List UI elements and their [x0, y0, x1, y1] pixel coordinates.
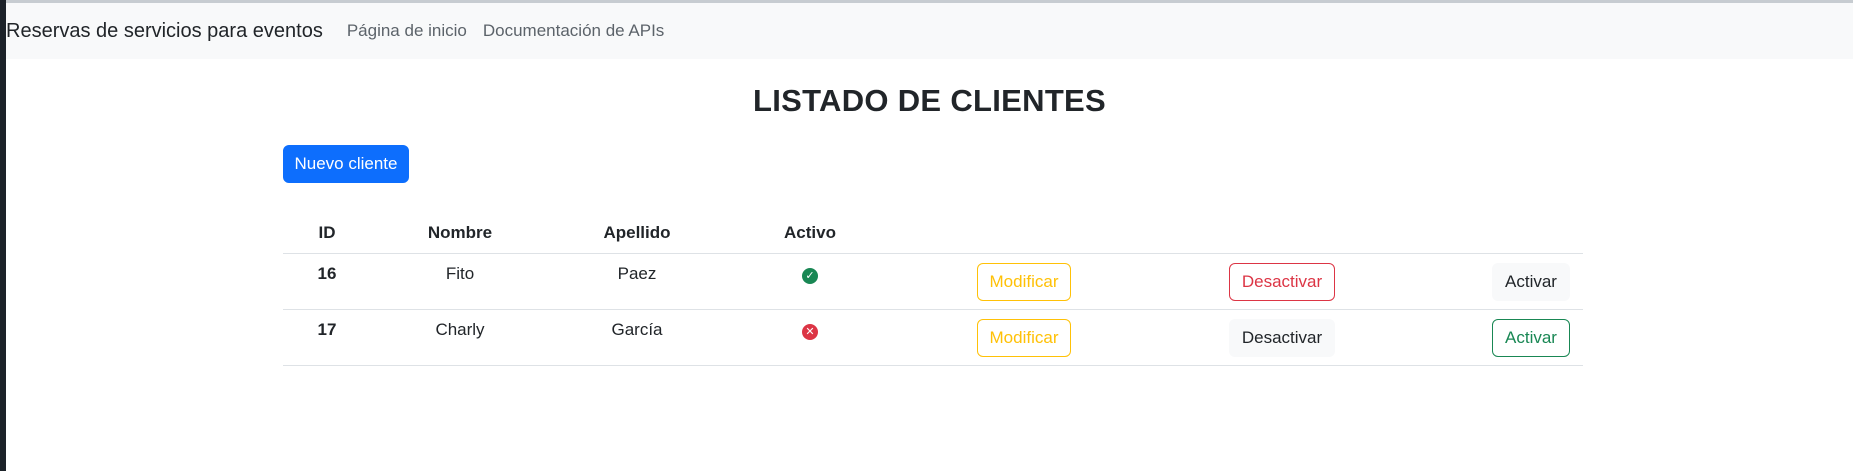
table-row: 16 Fito Paez ✓ Modificar Desactivar Acti… — [283, 254, 1583, 310]
cell-activar: Activar — [1411, 263, 1651, 301]
navbar-brand[interactable]: Reservas de servicios para eventos — [6, 20, 323, 43]
header-nombre: Nombre — [427, 223, 493, 242]
cell-apellido: Paez — [617, 264, 657, 283]
cell-activo: ✓ — [725, 265, 895, 285]
nav-link-api-docs[interactable]: Documentación de APIs — [483, 21, 664, 41]
check-circle-icon: ✓ — [802, 267, 818, 284]
new-client-button[interactable]: Nuevo cliente — [283, 145, 409, 183]
activate-button[interactable]: Activar — [1492, 319, 1570, 357]
cell-desactivar: Desactivar — [1153, 319, 1411, 357]
cell-nombre: Fito — [445, 264, 475, 283]
activate-button[interactable]: Activar — [1492, 263, 1570, 301]
nav-link-home[interactable]: Página de inicio — [347, 21, 467, 41]
deactivate-button[interactable]: Desactivar — [1228, 263, 1336, 301]
modify-button[interactable]: Modificar — [976, 263, 1072, 301]
navbar: Reservas de servicios para eventos Págin… — [6, 3, 1853, 59]
modify-button[interactable]: Modificar — [976, 319, 1072, 357]
page-title: LISTADO DE CLIENTES — [752, 83, 1107, 118]
deactivate-button[interactable]: Desactivar — [1228, 319, 1336, 357]
header-id: ID — [318, 223, 336, 242]
x-circle-icon: ✕ — [802, 323, 818, 340]
cell-activar: Activar — [1411, 319, 1651, 357]
cell-modificar: Modificar — [895, 263, 1153, 301]
cell-id: 17 — [317, 320, 337, 339]
header-apellido: Apellido — [603, 223, 671, 242]
cell-nombre: Charly — [435, 320, 485, 339]
table-row: 17 Charly García ✕ Modificar Desactivar … — [283, 310, 1583, 366]
cell-apellido: García — [611, 320, 663, 339]
cell-modificar: Modificar — [895, 319, 1153, 357]
cell-desactivar: Desactivar — [1153, 263, 1411, 301]
header-activo: Activo — [784, 223, 836, 242]
table-header: ID Nombre Apellido Activo — [283, 213, 1583, 254]
clients-table: ID Nombre Apellido Activo 16 Fito Paez ✓… — [283, 213, 1583, 366]
cell-id: 16 — [317, 264, 337, 283]
cell-activo: ✕ — [725, 321, 895, 341]
browser-page: Reservas de servicios para eventos Págin… — [6, 0, 1853, 471]
